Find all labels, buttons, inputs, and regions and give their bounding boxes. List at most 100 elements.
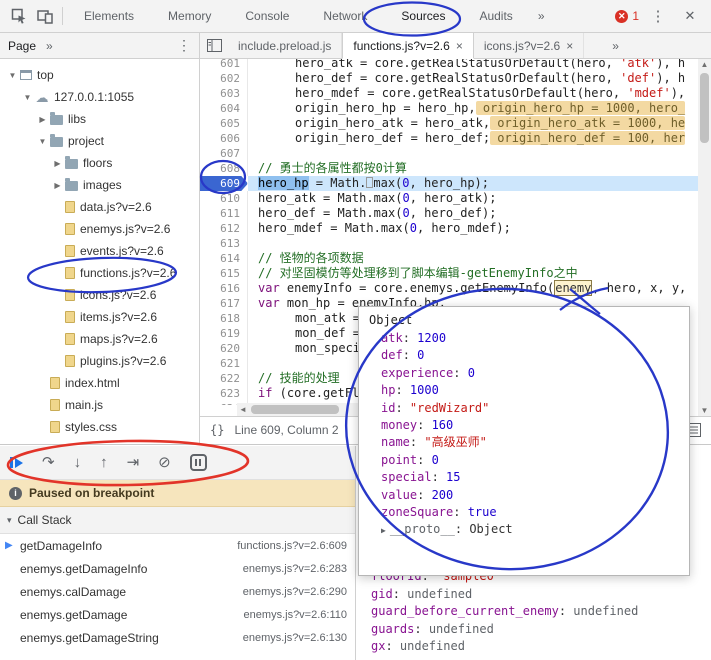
vertical-scrollbar[interactable]: ▲ ▼ (698, 59, 711, 416)
line-number[interactable]: 601 (200, 59, 248, 71)
tab-close-icon[interactable]: × (456, 39, 463, 53)
object-property[interactable]: atk: 1200 (381, 330, 689, 347)
error-badge[interactable]: ✕ 1 (615, 9, 639, 23)
tab-close-icon[interactable]: × (566, 39, 573, 53)
deactivate-breakpoints-icon[interactable]: ⊘ (158, 455, 171, 470)
code-text[interactable]: hero_atk = Math.max(0, hero_atk); (248, 191, 698, 206)
call-stack-frame[interactable]: ▶getDamageInfofunctions.js?v=2.6:609 (0, 534, 355, 557)
panel-tab-console[interactable]: Console (228, 0, 306, 33)
line-number[interactable]: 603 (200, 86, 248, 101)
editor-tab[interactable]: include.preload.js (228, 33, 342, 58)
call-stack-frame[interactable]: enemys.calDamageenemys.js?v=2.6:290 (0, 580, 355, 603)
code-text[interactable] (248, 236, 698, 251)
scroll-up-icon[interactable]: ▲ (698, 60, 711, 69)
step-out-icon[interactable]: ↑ (100, 455, 108, 470)
tree-item[interactable]: ▶libs (0, 108, 199, 130)
devtools-menu-icon[interactable]: ⋮ (645, 3, 671, 29)
pretty-print-icon[interactable]: {} (200, 423, 234, 437)
pause-on-exceptions-icon[interactable] (190, 454, 207, 471)
code-text[interactable]: // 勇士的各属性都按0计算 (248, 161, 698, 176)
step-icon[interactable]: ⇥ (127, 455, 140, 470)
tree-item[interactable]: data.js?v=2.6 (0, 196, 199, 218)
tree-item[interactable]: functions.js?v=2.6 (0, 262, 199, 284)
line-number[interactable]: 613 (200, 236, 248, 251)
line-number[interactable]: 605 (200, 116, 248, 131)
code-text[interactable]: // 对坚固模仿等处理移到了脚本编辑-getEnemyInfo之中 (248, 266, 698, 281)
editor-tab[interactable]: functions.js?v=2.6× (342, 33, 473, 59)
line-number[interactable]: 602 (200, 71, 248, 86)
line-number[interactable]: 611 (200, 206, 248, 221)
tree-item[interactable]: items.js?v=2.6 (0, 306, 199, 328)
call-stack-frame[interactable]: enemys.getDamageStringenemys.js?v=2.6:13… (0, 626, 355, 649)
chevron-down-icon[interactable]: ▼ (21, 93, 34, 102)
navigator-more-tabs-button[interactable]: » (46, 39, 53, 53)
chevron-right-icon[interactable]: ▶ (381, 526, 386, 535)
panel-tab-sources[interactable]: Sources (384, 0, 462, 33)
tree-item[interactable]: maps.js?v=2.6 (0, 328, 199, 350)
panel-tab-elements[interactable]: Elements (67, 0, 151, 33)
line-number[interactable]: 610 (200, 191, 248, 206)
line-number[interactable]: 617 (200, 296, 248, 311)
line-number[interactable]: 616 (200, 281, 248, 296)
scope-variable[interactable]: gid: undefined (371, 586, 638, 604)
code-text[interactable]: origin_hero_def = hero_def; origin_hero_… (248, 131, 698, 146)
object-property[interactable]: id: "redWizard" (381, 400, 689, 417)
object-property[interactable]: hp: 1000 (381, 382, 689, 399)
line-number[interactable]: 615 (200, 266, 248, 281)
code-text[interactable]: hero_mdef = Math.max(0, hero_mdef); (248, 221, 698, 236)
code-text[interactable]: hero_hp = Math.max(0, hero_hp); (248, 176, 698, 191)
code-text[interactable]: origin_hero_atk = hero_atk, origin_hero_… (248, 116, 698, 131)
scope-variable[interactable]: gx: undefined (371, 638, 638, 656)
line-number[interactable]: 612 (200, 221, 248, 236)
tree-item[interactable]: ▶images (0, 174, 199, 196)
call-stack-header[interactable]: ▾ Call Stack (0, 507, 355, 534)
chevron-right-icon[interactable]: ▶ (51, 181, 64, 190)
object-property[interactable]: special: 15 (381, 469, 689, 486)
panel-tab-network[interactable]: Network (306, 0, 384, 33)
code-text[interactable]: hero_def = Math.max(0, hero_def); (248, 206, 698, 221)
object-property[interactable]: ▶__proto__: Object (381, 521, 689, 539)
scroll-left-icon[interactable]: ◄ (237, 405, 249, 414)
object-property[interactable]: name: "高级巫师" (381, 434, 689, 451)
object-property[interactable]: def: 0 (381, 347, 689, 364)
object-property[interactable]: value: 200 (381, 487, 689, 504)
line-number[interactable]: 609 (200, 176, 248, 191)
scope-variable[interactable]: guard_before_current_enemy: undefined (371, 603, 638, 621)
panel-tab-audits[interactable]: Audits (462, 0, 529, 33)
tree-item[interactable]: styles.css (0, 416, 199, 438)
step-into-icon[interactable]: ↓ (74, 455, 82, 470)
close-icon[interactable]: ✕ (677, 3, 703, 29)
line-number[interactable]: 606 (200, 131, 248, 146)
chevron-down-icon[interactable]: ▼ (36, 137, 49, 146)
chevron-right-icon[interactable]: ▶ (36, 115, 49, 124)
chevron-right-icon[interactable]: ▶ (51, 159, 64, 168)
tree-item[interactable]: ▶floors (0, 152, 199, 174)
line-number[interactable]: 608 (200, 161, 248, 176)
tab-page[interactable]: Page (8, 39, 36, 53)
scope-variable[interactable]: guards: undefined (371, 621, 638, 639)
tree-item[interactable]: events.js?v=2.6 (0, 240, 199, 262)
navigator-menu-icon[interactable]: ⋮ (177, 37, 191, 54)
line-number[interactable]: 620 (200, 341, 248, 356)
tree-item[interactable]: plugins.js?v=2.6 (0, 350, 199, 372)
call-stack-frame[interactable]: enemys.getDamageInfoenemys.js?v=2.6:283 (0, 557, 355, 580)
tree-item[interactable]: enemys.js?v=2.6 (0, 218, 199, 240)
device-toolbar-icon[interactable] (32, 3, 58, 29)
code-text[interactable]: var enemyInfo = core.enemys.getEnemyInfo… (248, 281, 698, 296)
editor-more-tabs-button[interactable]: » (612, 39, 619, 53)
tree-item[interactable]: index.html (0, 372, 199, 394)
code-text[interactable]: // 怪物的各项数据 (248, 251, 698, 266)
object-property[interactable]: zoneSquare: true (381, 504, 689, 521)
call-stack-frame[interactable]: enemys.getDamageenemys.js?v=2.6:110 (0, 603, 355, 626)
panel-tab-memory[interactable]: Memory (151, 0, 228, 33)
code-text[interactable] (248, 146, 698, 161)
navigator-toggle-icon[interactable] (200, 33, 228, 58)
object-property[interactable]: money: 160 (381, 417, 689, 434)
line-number[interactable]: 622 (200, 371, 248, 386)
resume-icon[interactable] (10, 457, 23, 468)
object-property[interactable]: point: 0 (381, 452, 689, 469)
chevron-down-icon[interactable]: ▼ (6, 71, 19, 80)
tree-item[interactable]: icons.js?v=2.6 (0, 284, 199, 306)
line-number[interactable]: 619 (200, 326, 248, 341)
tree-item[interactable]: ▼☁127.0.0.1:1055 (0, 86, 199, 108)
